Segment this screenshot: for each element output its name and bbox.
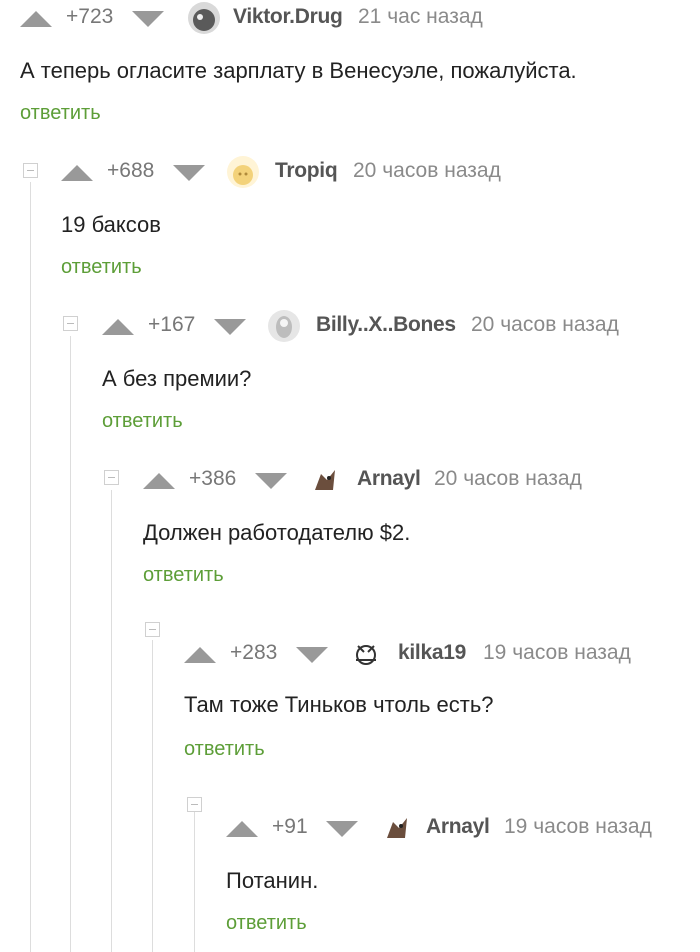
comment-time: 20 часов назад xyxy=(434,467,582,490)
reply-link[interactable]: ответить xyxy=(61,256,142,279)
comment-time: 19 часов назад xyxy=(504,815,652,838)
downvote-icon[interactable] xyxy=(173,165,205,181)
comment-rating: +91 xyxy=(272,815,308,838)
comment-time: 20 часов назад xyxy=(471,313,619,336)
thread-line xyxy=(152,640,153,952)
collapse-button[interactable] xyxy=(145,622,160,637)
comment-author[interactable]: Arnayl xyxy=(426,815,490,839)
collapse-button[interactable] xyxy=(187,797,202,812)
comment-text: А без премии? xyxy=(102,366,252,391)
avatar[interactable] xyxy=(350,638,382,670)
downvote-icon[interactable] xyxy=(214,319,246,335)
comment-rating: +688 xyxy=(107,159,155,182)
reply-link[interactable]: ответить xyxy=(143,564,224,587)
reply-link[interactable]: ответить xyxy=(226,912,307,935)
comment-rating: +386 xyxy=(189,467,237,490)
reply-link[interactable]: ответить xyxy=(20,102,101,125)
downvote-icon[interactable] xyxy=(326,821,358,837)
thread-line xyxy=(111,490,112,952)
comment-rating: +167 xyxy=(148,313,196,336)
upvote-icon[interactable] xyxy=(61,165,93,181)
billy-avatar-icon xyxy=(268,310,300,342)
upvote-icon[interactable] xyxy=(184,647,216,663)
thread-line xyxy=(30,182,31,952)
collapse-button[interactable] xyxy=(104,470,119,485)
downvote-icon[interactable] xyxy=(296,647,328,663)
downvote-icon[interactable] xyxy=(132,11,164,27)
comment-rating: +723 xyxy=(66,5,114,28)
comment-time: 21 час назад xyxy=(358,5,483,28)
arnayl-avatar-icon xyxy=(381,812,413,844)
collapse-button[interactable] xyxy=(23,163,38,178)
avatar[interactable] xyxy=(309,464,341,496)
comment-author[interactable]: kilka19 xyxy=(398,641,466,665)
comment-text: А теперь огласите зарплату в Венесуэле, … xyxy=(20,58,577,83)
avatar[interactable] xyxy=(188,2,220,34)
upvote-icon[interactable] xyxy=(143,473,175,489)
comment-author[interactable]: Billy..X..Bones xyxy=(316,313,456,337)
reply-link[interactable]: ответить xyxy=(184,738,265,761)
viktor-avatar-icon xyxy=(188,2,220,34)
avatar[interactable] xyxy=(381,812,413,844)
comment-rating: +283 xyxy=(230,641,278,664)
kilka-avatar-icon xyxy=(350,638,382,670)
comment-text: Потанин. xyxy=(226,868,319,893)
tropiq-avatar-icon xyxy=(227,156,259,188)
avatar[interactable] xyxy=(268,310,300,342)
comment-text: Там тоже Тиньков чтоль есть? xyxy=(184,692,494,717)
comment-author[interactable]: Tropiq xyxy=(275,159,338,183)
thread-line xyxy=(194,812,195,952)
upvote-icon[interactable] xyxy=(102,319,134,335)
thread-line xyxy=(70,336,71,952)
comment-author[interactable]: Viktor.Drug xyxy=(233,5,343,29)
comment-author[interactable]: Arnayl xyxy=(357,467,421,491)
avatar[interactable] xyxy=(227,156,259,188)
comment-text: 19 баксов xyxy=(61,212,161,237)
arnayl-avatar-icon xyxy=(309,464,341,496)
upvote-icon[interactable] xyxy=(226,821,258,837)
downvote-icon[interactable] xyxy=(255,473,287,489)
reply-link[interactable]: ответить xyxy=(102,410,183,433)
comment-time: 20 часов назад xyxy=(353,159,501,182)
collapse-button[interactable] xyxy=(63,316,78,331)
upvote-icon[interactable] xyxy=(20,11,52,27)
comment-text: Должен работодателю $2. xyxy=(143,520,411,545)
comment-time: 19 часов назад xyxy=(483,641,631,664)
